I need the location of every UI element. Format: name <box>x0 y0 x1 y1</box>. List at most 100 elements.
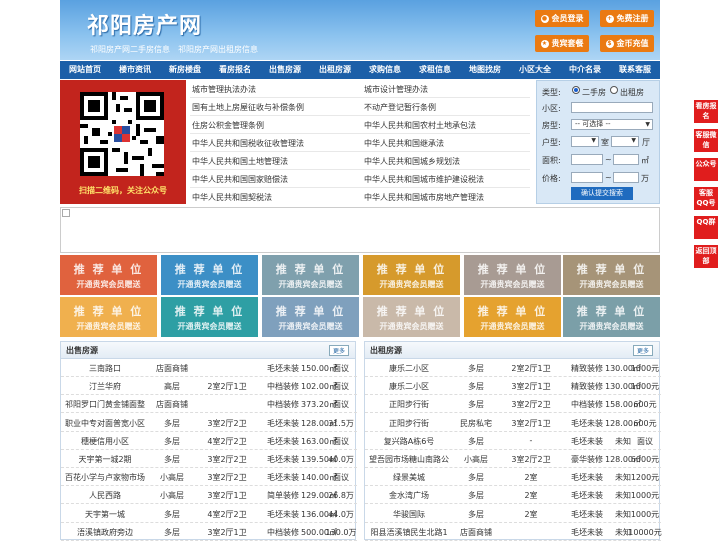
area-max-input[interactable] <box>613 154 639 165</box>
sidebar-qq-group[interactable]: QQ群 <box>694 216 718 239</box>
law-link[interactable]: 中华人民共和国国家赔偿法 <box>192 174 288 185</box>
nav-communities[interactable]: 小区大全 <box>510 61 560 79</box>
table-row[interactable]: 祁阳罗口门黄金铺面整 店面商铺 中档装修 373.20㎡ 面议 <box>61 395 357 414</box>
table-cell[interactable]: 正阳步行街 <box>389 399 429 410</box>
table-row[interactable]: 华骏国际 多层 2室 毛坯未装 未知 1000元 <box>365 505 661 523</box>
table-cell[interactable]: 康乐二小区 <box>389 381 429 392</box>
table-row[interactable]: 天宇第一城 多层 4室2厅2卫 毛坯未装 136.00㎡ 44.0万 <box>61 505 357 523</box>
table-cell[interactable]: 三南路口 <box>89 363 121 374</box>
link-second-hand[interactable]: 祁阳房产网二手房信息 <box>90 44 170 55</box>
table-cell[interactable]: 百花小学与卢家物市场 <box>65 472 145 483</box>
table-cell[interactable]: 祁阳罗口门黄金铺面整 <box>65 399 145 410</box>
sidebar-back-to-top[interactable]: 返回顶部 <box>694 245 718 268</box>
vip-package-button[interactable]: ★ 贵宾套餐 <box>535 35 589 52</box>
table-row[interactable]: 阳县浯溪镇民生北路1 店面商铺 毛坯未装 未知 10000元 <box>365 523 662 541</box>
nav-contact-service[interactable]: 联系客服 <box>610 61 660 79</box>
table-row[interactable]: 人民西路 小高层 3室2厅1卫 简单装修 129.00㎡ 26.8万 <box>61 486 357 505</box>
room-type-select[interactable]: -- 可选择 -- ▼ <box>571 119 653 130</box>
ad-slot[interactable]: 推 荐 单 位开通贵宾会员赠送 <box>563 255 660 295</box>
nav-for-rent[interactable]: 出租房源 <box>310 61 360 79</box>
nav-news[interactable]: 楼市资讯 <box>110 61 160 79</box>
banner-ad[interactable] <box>60 207 660 253</box>
login-button[interactable]: ● 会员登录 <box>535 10 589 27</box>
ad-slot[interactable]: 推 荐 单 位开通贵宾会员赠送 <box>563 297 660 337</box>
nav-viewing-signup[interactable]: 看房报名 <box>210 61 260 79</box>
sidebar-service-qq[interactable]: 客服QQ号 <box>694 187 718 210</box>
table-cell[interactable]: 复兴路A栋6号 <box>384 436 435 447</box>
table-cell[interactable]: 金水湾广场 <box>389 490 429 501</box>
table-row[interactable]: 浯溪镇政府旁边 多层 3室2厅1卫 中档装修 500.00㎡ 130.0万 <box>61 523 357 541</box>
table-cell[interactable]: 阳县浯溪镇民生北路1 <box>370 527 447 538</box>
law-link[interactable]: 中华人民共和国契税法 <box>192 192 272 203</box>
table-row[interactable]: 正阳步行街 民房私宅 3室2厅1卫 毛坯未装 128.00㎡ 600元 <box>365 414 661 432</box>
table-row[interactable]: 汀兰华府 高层 2室2厅1卫 中档装修 102.00㎡ 面议 <box>61 377 357 396</box>
nav-wanted-buy[interactable]: 求购信息 <box>360 61 410 79</box>
table-row[interactable]: 正阳步行街 多层 3室2厅2卫 中档装修 158.00㎡ 600元 <box>365 395 661 414</box>
table-row[interactable]: 康乐二小区 多层 2室2厅1卫 精致装修 130.00㎡ 1000元 <box>365 359 661 377</box>
table-row[interactable]: 三南路口 店面商铺 毛坯未装 150.00㎡ 面议 <box>61 359 357 377</box>
table-cell[interactable]: 正阳步行街 <box>389 418 429 429</box>
ad-slot[interactable]: 推 荐 单 位开通贵宾会员赠送 <box>262 255 359 295</box>
law-link[interactable]: 城市管理执法办法 <box>192 84 256 95</box>
sidebar-service-wechat[interactable]: 客服微信 <box>694 129 718 152</box>
register-button[interactable]: + 免费注册 <box>600 10 654 27</box>
sidebar-official-account[interactable]: 公众号 <box>694 158 718 181</box>
table-cell[interactable]: 望吾园市场糖山南路公 <box>369 454 449 465</box>
table-cell[interactable]: 人民西路 <box>89 490 121 501</box>
table-row[interactable]: 金水湾广场 多层 2室 毛坯未装 未知 1000元 <box>365 486 661 505</box>
law-link[interactable]: 国有土地上房屋征收与补偿条例 <box>192 102 304 113</box>
table-row[interactable]: 复兴路A栋6号 多层 - 毛坯未装 未知 面议 <box>365 432 661 450</box>
ad-slot[interactable]: 推 荐 单 位开通贵宾会员赠送 <box>363 297 460 337</box>
link-rent[interactable]: 祁阳房产网出租房信息 <box>178 44 258 55</box>
ad-slot[interactable]: 推 荐 单 位开通贵宾会员赠送 <box>161 255 258 295</box>
radio-rent[interactable] <box>610 86 618 94</box>
law-link[interactable]: 城市设计管理办法 <box>364 84 428 95</box>
table-cell[interactable]: 天宇第一城 <box>85 509 125 520</box>
ad-slot[interactable]: 推 荐 单 位开通贵宾会员赠送 <box>262 297 359 337</box>
table-row[interactable]: 百花小学与卢家物市场 小高层 3室2厅2卫 毛坯未装 140.00㎡ 面议 <box>61 468 357 487</box>
nav-agents[interactable]: 中介名录 <box>560 61 610 79</box>
sidebar-viewing-signup[interactable]: 看房报名 <box>694 100 718 123</box>
law-link[interactable]: 中华人民共和国城市维护建设税法 <box>364 174 484 185</box>
search-submit-button[interactable]: 确认提交搜索 <box>571 187 633 200</box>
nav-map-search[interactable]: 地图找房 <box>460 61 510 79</box>
table-row[interactable]: 天宇第一城2期 多层 3室2厅2卫 毛坯未装 139.50㎡ 40.0万 <box>61 450 357 468</box>
more-button[interactable]: 更多 <box>632 345 653 356</box>
law-link[interactable]: 中华人民共和国农村土地承包法 <box>364 120 476 131</box>
ad-slot[interactable]: 推 荐 单 位开通贵宾会员赠送 <box>161 297 258 337</box>
law-link[interactable]: 中华人民共和国城市房地产管理法 <box>364 192 484 203</box>
table-cell[interactable]: 华骏国际 <box>393 509 425 520</box>
community-input[interactable] <box>571 102 653 113</box>
nav-home[interactable]: 网站首页 <box>60 61 110 79</box>
table-cell[interactable]: 职业中专对面普宽小区 <box>65 418 145 429</box>
law-link[interactable]: 住房公积金管理条例 <box>192 120 264 131</box>
ad-slot[interactable]: 推 荐 单 位开通贵宾会员赠送 <box>60 297 157 337</box>
table-row[interactable]: 穗梗信用小区 多层 4室2厅2卫 毛坯未装 163.00㎡ 面议 <box>61 432 357 450</box>
ad-slot[interactable]: 推 荐 单 位开通贵宾会员赠送 <box>464 297 561 337</box>
table-row[interactable]: 绿景美城 多层 2室 毛坯未装 未知 1200元 <box>365 468 661 487</box>
table-row[interactable]: 康乐二小区 多层 3室2厅1卫 精致装修 130.00㎡ 1000元 <box>365 377 661 396</box>
price-max-input[interactable] <box>613 172 639 183</box>
nav-for-sale[interactable]: 出售房源 <box>260 61 310 79</box>
room-count-select[interactable]: ▼ <box>571 136 599 147</box>
table-cell[interactable]: 绿景美城 <box>393 472 425 483</box>
table-cell[interactable]: 天宇第一城2期 <box>78 454 131 465</box>
table-cell[interactable]: 浯溪镇政府旁边 <box>77 527 133 538</box>
table-cell[interactable]: 汀兰华府 <box>89 381 121 392</box>
ad-slot[interactable]: 推 荐 单 位开通贵宾会员赠送 <box>60 255 157 295</box>
nav-new-homes[interactable]: 新房楼盘 <box>160 61 210 79</box>
table-row[interactable]: 职业中专对面普宽小区 多层 3室2厅2卫 毛坯未装 128.00㎡ 31.5万 <box>61 414 357 432</box>
site-title[interactable]: 祁阳房产网 <box>87 8 202 40</box>
law-link[interactable]: 中华人民共和国城乡规划法 <box>364 156 460 167</box>
ad-slot[interactable]: 推 荐 单 位开通贵宾会员赠送 <box>363 255 460 295</box>
ad-slot[interactable]: 推 荐 单 位开通贵宾会员赠送 <box>464 255 561 295</box>
law-link[interactable]: 中华人民共和国税收征收管理法 <box>192 138 304 149</box>
table-row[interactable]: 望吾园市场糖山南路公 小高层 3室2厅2卫 豪华装修 128.00㎡ 6000元 <box>365 450 661 468</box>
hall-count-select[interactable]: ▼ <box>611 136 639 147</box>
law-link[interactable]: 中华人民共和国继承法 <box>364 138 444 149</box>
more-button[interactable]: 更多 <box>328 345 349 356</box>
coin-recharge-button[interactable]: $ 金币充值 <box>600 35 654 52</box>
table-cell[interactable]: 康乐二小区 <box>389 363 429 374</box>
area-min-input[interactable] <box>571 154 603 165</box>
law-link[interactable]: 不动产登记暂行条例 <box>364 102 436 113</box>
